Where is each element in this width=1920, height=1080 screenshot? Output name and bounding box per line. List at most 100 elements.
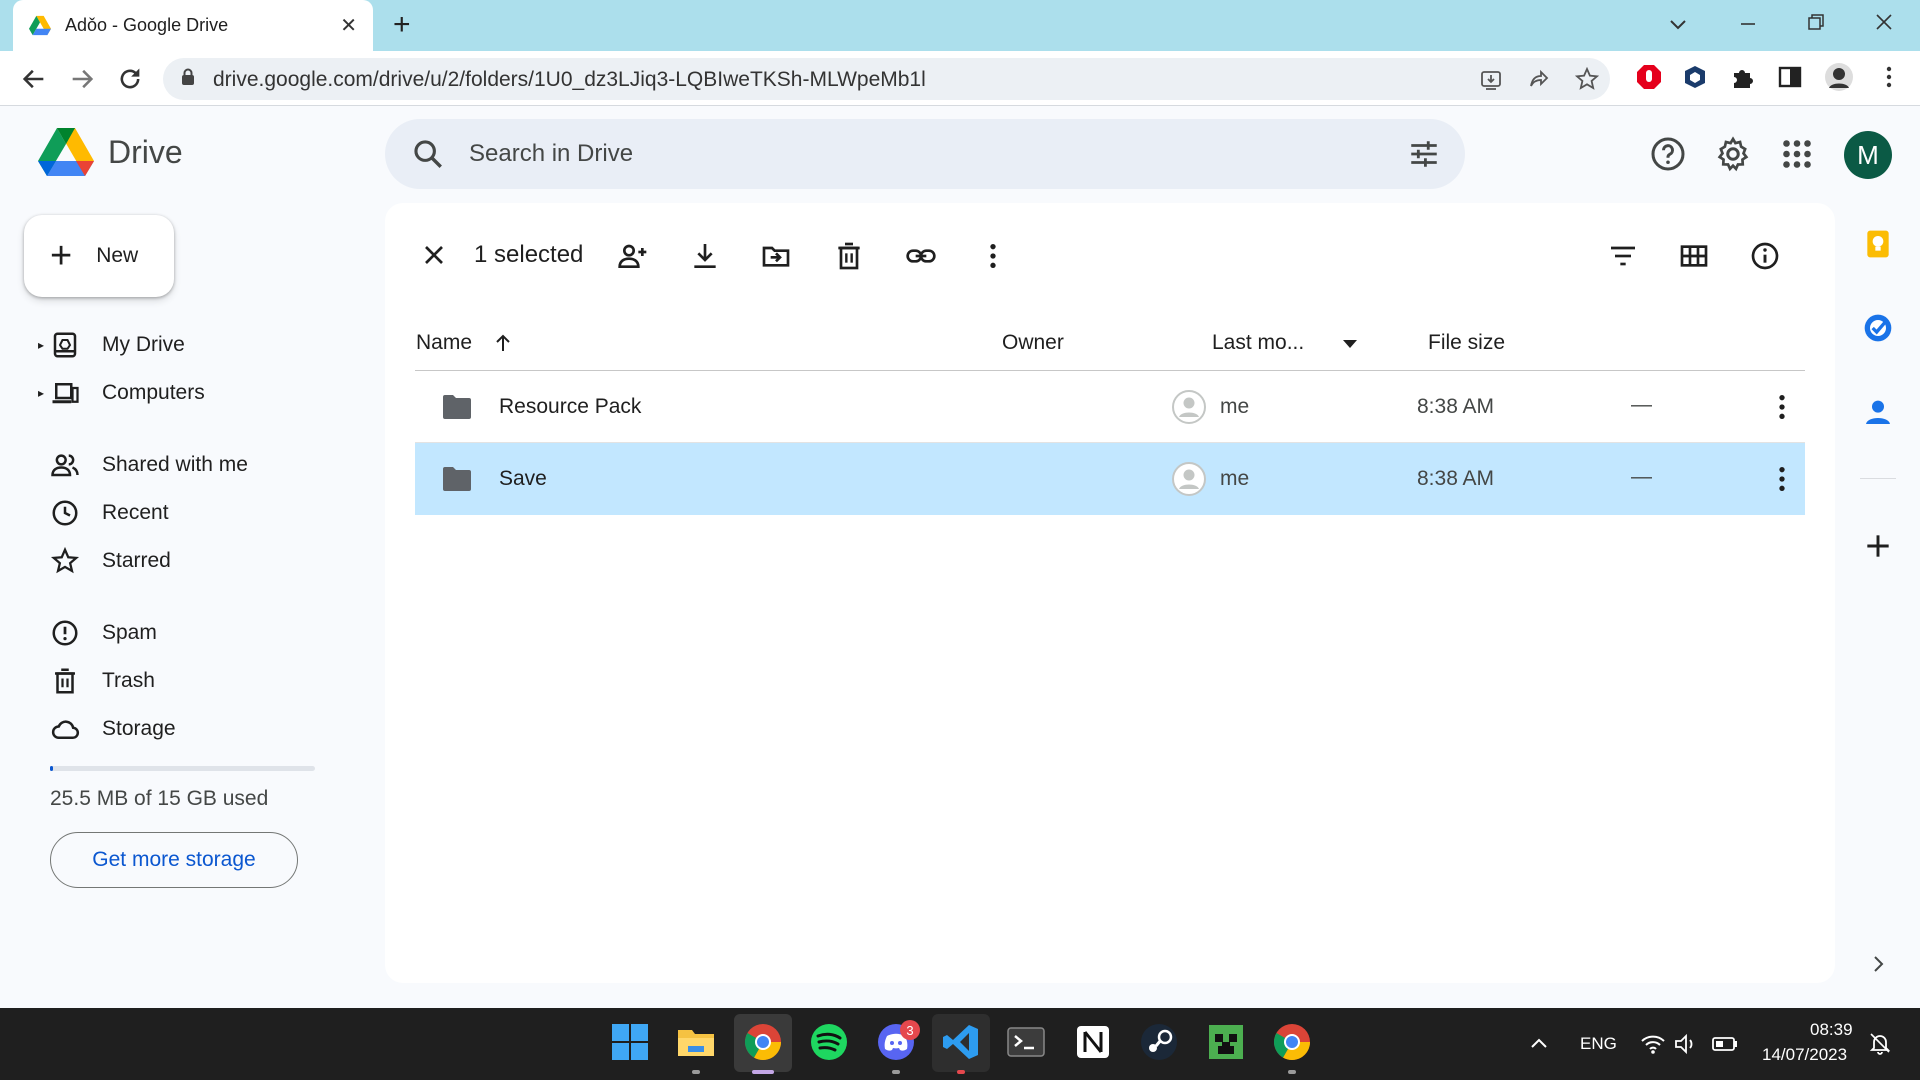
lock-icon[interactable] (181, 68, 195, 86)
active-indicator (752, 1070, 774, 1074)
column-header-file-size[interactable]: File size (1428, 331, 1505, 355)
row-more-icon[interactable] (1766, 463, 1798, 495)
bookmark-star-icon[interactable] (1575, 67, 1599, 91)
file-explorer-icon[interactable] (676, 1022, 716, 1062)
details-info-icon[interactable] (1749, 240, 1781, 272)
more-actions-icon[interactable] (977, 240, 1009, 272)
add-addon-icon[interactable] (1862, 530, 1894, 562)
account-avatar[interactable]: M (1844, 131, 1892, 179)
sidebar-item-computers[interactable]: ▸ Computers (0, 373, 330, 413)
sidebar-item-spam[interactable]: Spam (0, 613, 330, 653)
chrome-icon[interactable] (743, 1022, 783, 1062)
file-name[interactable]: Save (499, 467, 547, 491)
browser-toolbar: drive.google.com/drive/u/2/folders/1U0_d… (0, 51, 1920, 106)
chrome-profile-icon[interactable] (1272, 1022, 1312, 1062)
sidebar-item-my-drive[interactable]: ▸ My Drive (0, 325, 330, 365)
restore-icon[interactable] (1806, 12, 1826, 32)
sort-ascending-icon[interactable] (491, 331, 515, 355)
sidebar-item-recent[interactable]: Recent (0, 493, 330, 533)
plus-icon: + (50, 235, 73, 277)
install-app-icon[interactable] (1479, 68, 1503, 92)
search-bar[interactable] (385, 119, 1465, 189)
expand-caret-icon[interactable]: ▸ (38, 338, 44, 352)
storage-usage-fill (50, 766, 53, 771)
column-header-last-modified[interactable]: Last mo... (1212, 331, 1304, 355)
new-button[interactable]: + New (24, 215, 174, 297)
drive-logo-icon[interactable] (38, 128, 94, 178)
minecraft-icon[interactable] (1206, 1022, 1246, 1062)
sidebar-item-starred[interactable]: Starred (0, 541, 330, 581)
table-row-selected[interactable]: Save me 8:38 AM — (415, 443, 1805, 515)
battery-icon[interactable] (1712, 1035, 1738, 1053)
minimize-icon[interactable] (1738, 14, 1758, 34)
address-bar[interactable]: drive.google.com/drive/u/2/folders/1U0_d… (163, 58, 1610, 100)
help-icon[interactable] (1650, 136, 1686, 172)
sidebar-item-storage[interactable]: Storage (0, 709, 330, 749)
clock-date[interactable]: 14/07/2023 (1762, 1045, 1847, 1065)
browser-tab[interactable]: Adǒo - Google Drive ✕ (13, 0, 373, 51)
expand-caret-icon[interactable]: ▸ (38, 386, 44, 400)
copy-link-icon[interactable] (905, 240, 937, 272)
side-panel-icon[interactable] (1777, 64, 1803, 90)
clock-time[interactable]: 08:39 (1810, 1020, 1853, 1040)
steam-icon[interactable] (1139, 1022, 1179, 1062)
language-indicator[interactable]: ENG (1580, 1034, 1617, 1054)
spam-icon (52, 620, 78, 646)
row-more-icon[interactable] (1766, 391, 1798, 423)
download-icon[interactable] (689, 240, 721, 272)
close-tab-icon[interactable]: ✕ (340, 13, 357, 38)
share-icon[interactable] (1527, 68, 1551, 92)
dropdown-arrow-icon[interactable] (1342, 339, 1358, 349)
column-header-owner[interactable]: Owner (1002, 331, 1064, 355)
reload-icon[interactable] (116, 65, 144, 93)
folder-icon (443, 395, 471, 419)
extensions-puzzle-icon[interactable] (1730, 64, 1756, 90)
volume-icon[interactable] (1674, 1033, 1698, 1055)
browser-menu-icon[interactable] (1876, 64, 1902, 90)
search-icon[interactable] (411, 137, 445, 171)
drive-brand-title[interactable]: Drive (108, 134, 183, 171)
shared-icon (51, 454, 79, 477)
vscode-icon[interactable] (941, 1022, 981, 1062)
table-row[interactable]: Resource Pack me 8:38 AM — (415, 371, 1805, 443)
keep-icon[interactable] (1862, 228, 1894, 260)
sidebar-item-label: Computers (102, 381, 205, 404)
sidebar-item-shared-with-me[interactable]: Shared with me (0, 445, 330, 485)
spotify-icon[interactable] (809, 1022, 849, 1062)
running-indicator (957, 1070, 965, 1074)
sidebar-item-label: Trash (102, 669, 155, 692)
adblock-extension-icon[interactable] (1636, 64, 1662, 90)
settings-gear-icon[interactable] (1715, 136, 1751, 172)
share-user-add-icon[interactable] (617, 240, 649, 272)
bitwarden-extension-icon[interactable] (1682, 64, 1708, 90)
url-text[interactable]: drive.google.com/drive/u/2/folders/1U0_d… (213, 68, 926, 92)
notifications-bell-icon[interactable] (1868, 1031, 1892, 1055)
search-input[interactable] (469, 131, 1369, 177)
wifi-icon[interactable] (1640, 1033, 1666, 1055)
tasks-icon[interactable] (1862, 312, 1894, 344)
sidebar-item-trash[interactable]: Trash (0, 661, 330, 701)
filter-icon[interactable] (1607, 240, 1639, 272)
back-icon[interactable] (20, 65, 48, 93)
contacts-icon[interactable] (1862, 396, 1894, 428)
clear-selection-icon[interactable] (418, 239, 450, 271)
move-to-folder-icon[interactable] (760, 240, 792, 272)
show-hidden-icons-icon[interactable] (1530, 1036, 1548, 1050)
expand-side-panel-icon[interactable] (1866, 952, 1890, 976)
new-tab-button[interactable]: + (393, 10, 411, 40)
get-more-storage-button[interactable]: Get more storage (50, 832, 298, 888)
search-options-icon[interactable] (1407, 137, 1441, 171)
selection-count: 1 selected (474, 241, 584, 268)
grid-view-icon[interactable] (1678, 240, 1710, 272)
notion-icon[interactable] (1073, 1022, 1113, 1062)
forward-icon[interactable] (68, 65, 96, 93)
file-name[interactable]: Resource Pack (499, 395, 641, 419)
tab-search-icon[interactable] (1668, 14, 1688, 34)
column-header-name[interactable]: Name (416, 331, 472, 355)
terminal-icon[interactable] (1006, 1022, 1046, 1062)
windows-start-icon[interactable] (610, 1022, 650, 1062)
google-apps-icon[interactable] (1779, 136, 1815, 172)
window-close-icon[interactable] (1874, 12, 1894, 32)
delete-trash-icon[interactable] (833, 240, 865, 272)
profile-avatar-icon[interactable] (1824, 62, 1854, 92)
